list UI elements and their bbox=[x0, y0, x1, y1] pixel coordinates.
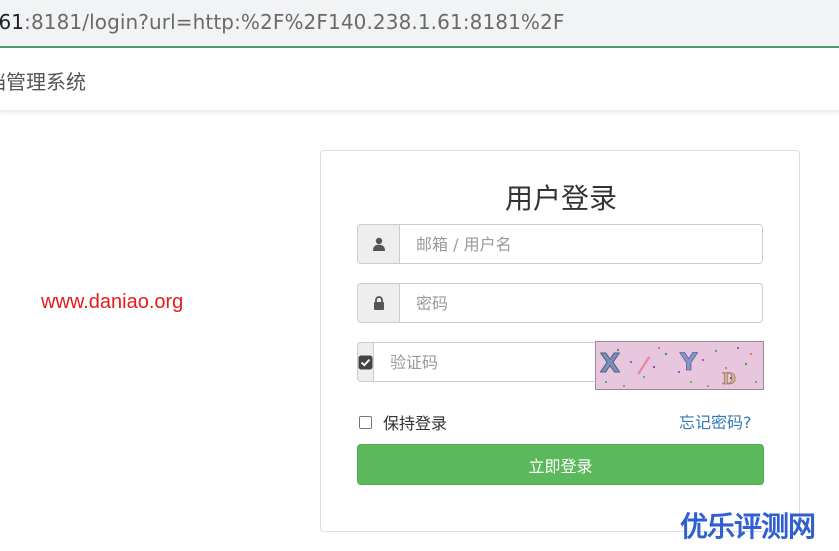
watermark-corner: 优乐评测网 bbox=[680, 510, 816, 543]
forgot-password-link[interactable]: 忘记密码? bbox=[679, 409, 752, 433]
username-group bbox=[357, 224, 763, 264]
svg-text:D: D bbox=[722, 369, 736, 388]
site-header: 档管理系统 bbox=[0, 50, 839, 111]
username-input[interactable] bbox=[399, 224, 763, 264]
user-icon bbox=[357, 224, 399, 264]
remember-label: 保持登录 bbox=[383, 414, 448, 433]
lock-icon bbox=[357, 283, 399, 323]
svg-text:Y: Y bbox=[679, 348, 698, 376]
login-panel: 用户登录 邮箱 / 用户名 验证码 X / Y D 保持登录 忘记密码? 立即登… bbox=[320, 150, 800, 532]
captcha-group bbox=[357, 342, 607, 382]
password-input[interactable] bbox=[399, 283, 763, 323]
remember-checkbox[interactable] bbox=[359, 415, 372, 429]
watermark-site-url: www.daniao.org bbox=[41, 291, 184, 313]
password-group bbox=[357, 283, 763, 323]
captcha-image[interactable]: X / Y D bbox=[595, 341, 764, 390]
remember-me[interactable]: 保持登录 bbox=[359, 410, 447, 434]
login-title: 用户登录 bbox=[504, 182, 617, 215]
url-path: :8181/login?url=http:%2F%2F140.238.1.61:… bbox=[24, 10, 565, 34]
login-button[interactable]: 立即登录 bbox=[357, 444, 764, 485]
captcha-input[interactable] bbox=[373, 342, 607, 382]
svg-text:X: X bbox=[600, 349, 620, 379]
address-url[interactable]: .61:8181/login?url=http:%2F%2F140.238.1.… bbox=[0, 10, 564, 34]
check-square-icon bbox=[357, 342, 373, 382]
url-host: .61 bbox=[0, 10, 25, 34]
browser-address-bar[interactable]: .61:8181/login?url=http:%2F%2F140.238.1.… bbox=[0, 0, 839, 48]
site-brand[interactable]: 档管理系统 bbox=[0, 66, 86, 95]
